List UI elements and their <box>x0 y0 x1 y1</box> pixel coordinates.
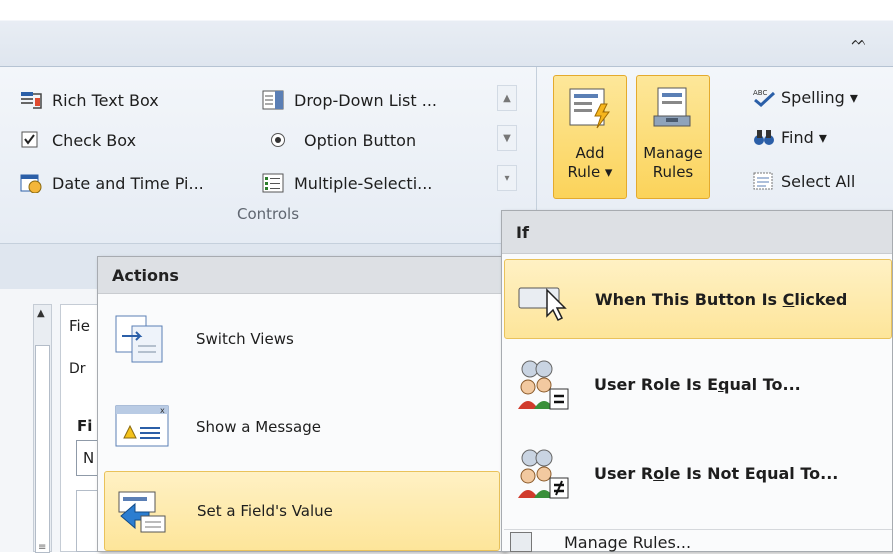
user-role-not-equal-text-end: le Is Not Equal To... <box>664 463 839 483</box>
select-all-button[interactable]: Select All <box>752 169 855 193</box>
multiple-selection-label: Multiple-Selecti... <box>294 173 433 193</box>
spelling-check-icon: ABC <box>752 87 776 107</box>
controls-group-label: Controls <box>236 205 300 223</box>
svg-text:ABC: ABC <box>753 89 767 97</box>
user-role-equal-icon <box>514 357 574 411</box>
user-role-not-equal-icon <box>514 446 574 500</box>
spelling-button[interactable]: ABC Spelling ▾ <box>752 85 858 109</box>
pane-field-input-value: N <box>83 449 95 467</box>
select-all-icon <box>752 171 776 191</box>
option-button-label: Option Button <box>304 130 417 150</box>
collapse-ribbon-icon[interactable]: ᨓ <box>852 34 868 49</box>
add-rule-icon <box>567 86 613 130</box>
binoculars-icon <box>752 127 776 147</box>
switch-views-item[interactable]: Switch Views <box>104 299 500 379</box>
spelling-label: Spelling ▾ <box>781 87 858 107</box>
show-message-label: Show a Message <box>196 418 321 436</box>
when-button-clicked-label: When This Button Is Clicked <box>595 290 847 309</box>
pane-tab-label[interactable]: Fie <box>69 317 90 335</box>
user-role-equal-accesskey: q <box>718 374 730 394</box>
show-message-icon: x <box>110 402 174 452</box>
actions-menu-title: Actions <box>112 266 179 285</box>
user-role-not-equal-accesskey: o <box>653 463 665 483</box>
title-strip: ᨓ <box>0 0 893 67</box>
set-field-value-item[interactable]: Set a Field's Value <box>104 471 500 551</box>
manage-rules-small-icon <box>510 532 532 552</box>
gallery-more-button[interactable]: ▾ <box>497 165 517 191</box>
when-button-clicked-accesskey: C <box>782 289 795 309</box>
date-time-picker-control[interactable]: Date and Time Pi... <box>20 171 204 195</box>
add-rule-label-line1: Add <box>575 144 605 162</box>
checkbox-icon <box>20 130 42 150</box>
pane-field-heading: Fi <box>77 417 93 435</box>
user-role-not-equal-text: User R <box>594 463 654 483</box>
user-role-equal-text: User Role Is E <box>594 374 719 394</box>
dropdown-list-control[interactable]: Drop-Down List ... <box>262 88 437 112</box>
manage-rules-button[interactable]: Manage Rules <box>636 75 710 199</box>
user-role-equal-text-end: ual To... <box>729 374 801 394</box>
set-field-value-label: Set a Field's Value <box>197 502 333 520</box>
rich-text-box-icon <box>20 90 42 110</box>
radio-button-icon <box>270 130 286 150</box>
scrollbar-thumb[interactable]: ≡ <box>35 345 50 553</box>
select-all-label: Select All <box>781 171 856 191</box>
rich-text-box-label: Rich Text Box <box>52 90 159 110</box>
scroll-up-arrow-icon[interactable]: ▲ <box>37 308 45 319</box>
gallery-scroll-down-button[interactable]: ▼ <box>497 125 517 151</box>
svg-text:x: x <box>160 406 165 415</box>
switch-views-label: Switch Views <box>196 330 294 348</box>
when-button-clicked-text-end: licked <box>794 289 848 309</box>
calendar-icon <box>20 173 42 194</box>
pane-vertical-scrollbar[interactable]: ▲ ≡ <box>33 304 52 553</box>
manage-rules-menu-label: Manage Rules... <box>564 532 692 552</box>
add-rule-menu-title: If <box>516 223 529 242</box>
dropdown-list-label: Drop-Down List ... <box>294 90 437 110</box>
grip-icon: ≡ <box>38 542 47 553</box>
option-button-control[interactable]: Option Button <box>270 128 416 152</box>
actions-menu-header: Actions <box>98 257 504 294</box>
manage-rules-menu-item[interactable]: Manage Rules... <box>504 529 892 554</box>
button-click-cursor-icon <box>515 272 575 326</box>
find-button[interactable]: Find ▾ <box>752 125 827 149</box>
dropdown-list-icon <box>262 90 284 110</box>
when-button-clicked-item[interactable]: When This Button Is Clicked <box>504 259 892 339</box>
show-message-item[interactable]: x Show a Message <box>104 387 500 467</box>
controls-group: Rich Text Box Check Box Date and Time Pi… <box>0 67 537 243</box>
user-role-equal-label: User Role Is Equal To... <box>594 375 801 394</box>
manage-rules-icon <box>650 86 696 130</box>
manage-rules-label-line2: Rules <box>652 163 694 181</box>
user-role-not-equal-label: User Role Is Not Equal To... <box>594 464 838 483</box>
when-button-clicked-text: When This Button Is <box>595 289 783 309</box>
rich-text-box-control[interactable]: Rich Text Box <box>20 88 159 112</box>
add-rule-menu: If When This Button Is Clicked User Role… <box>501 210 893 552</box>
pane-text-line: Dr <box>69 361 86 377</box>
manage-rules-label-line1: Manage <box>643 144 703 162</box>
set-field-value-icon <box>111 486 175 536</box>
user-role-not-equal-item[interactable]: User Role Is Not Equal To... <box>504 433 892 513</box>
add-rule-button[interactable]: Add Rule ▾ <box>553 75 627 199</box>
gallery-scroll-up-button[interactable]: ▲ <box>497 85 517 111</box>
add-rule-menu-header: If <box>502 211 892 254</box>
switch-views-icon <box>110 314 174 364</box>
multiple-selection-control[interactable]: Multiple-Selecti... <box>262 171 432 195</box>
add-rule-label-line2: Rule ▾ <box>567 163 613 181</box>
check-box-control[interactable]: Check Box <box>20 128 136 152</box>
user-role-equal-item[interactable]: User Role Is Equal To... <box>504 344 892 424</box>
find-label: Find ▾ <box>781 127 827 147</box>
multi-select-list-icon <box>262 173 284 193</box>
check-box-label: Check Box <box>52 130 137 150</box>
date-time-picker-label: Date and Time Pi... <box>52 173 204 193</box>
actions-menu: Actions Switch Views x Show a Message Se… <box>97 256 505 552</box>
